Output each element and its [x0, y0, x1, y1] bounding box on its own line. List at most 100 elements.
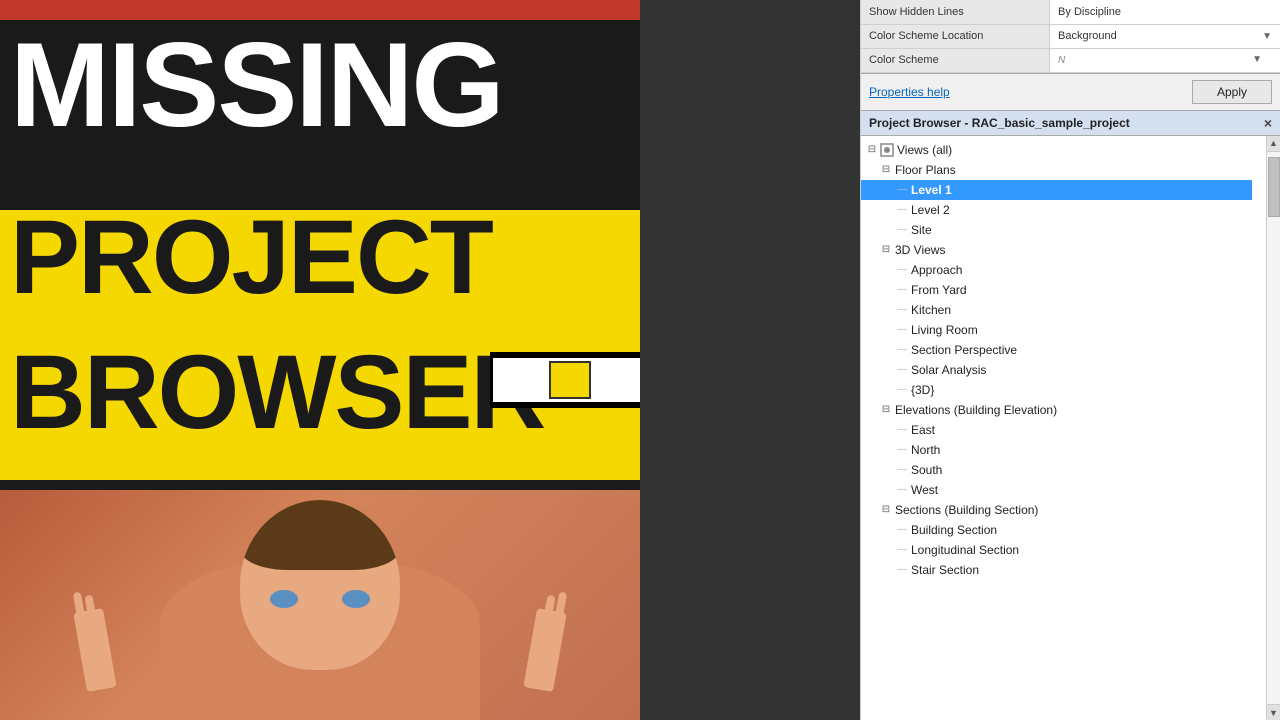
- toggle-floor-plans[interactable]: ⊟: [879, 163, 893, 177]
- left-panel: MISSING PROJECT BROWSER: [0, 0, 640, 720]
- dashed-icon-longitudinal-section: —: [897, 544, 907, 555]
- tree-label-elevations: Elevations (Building Elevation): [895, 403, 1057, 417]
- tree-item-kitchen[interactable]: — Kitchen: [861, 300, 1252, 320]
- toggle-3d-views[interactable]: ⊟: [879, 243, 893, 257]
- dashed-icon-kitchen: —: [897, 304, 907, 315]
- tree-label-north: North: [911, 443, 940, 457]
- tree-label-kitchen: Kitchen: [911, 303, 951, 317]
- tree-item-elevations[interactable]: ⊟ Elevations (Building Elevation): [861, 400, 1252, 420]
- tree-item-stair-section[interactable]: — Stair Section: [861, 560, 1252, 580]
- dashed-icon-north: —: [897, 444, 907, 455]
- dashed-icon-east: —: [897, 424, 907, 435]
- dashed-icon-living-room: —: [897, 324, 907, 335]
- red-bar: [0, 0, 640, 20]
- project-browser: Project Browser - RAC_basic_sample_proje…: [861, 111, 1280, 720]
- tree-item-3d-views[interactable]: ⊟ 3D Views: [861, 240, 1252, 260]
- browser-titlebar: Project Browser - RAC_basic_sample_proje…: [861, 111, 1280, 136]
- toggle-elevations[interactable]: ⊟: [879, 403, 893, 417]
- tree-item-floor-plans[interactable]: ⊟ Floor Plans: [861, 160, 1252, 180]
- tree-item-south[interactable]: — South: [861, 460, 1252, 480]
- scroll-track[interactable]: [1267, 152, 1280, 705]
- tree-label-south: South: [911, 463, 942, 477]
- missing-label: MISSING: [10, 25, 503, 145]
- hidden-lines-label: Show Hidden Lines: [861, 0, 1050, 24]
- apply-button[interactable]: Apply: [1192, 80, 1272, 104]
- tree-item-east[interactable]: — East: [861, 420, 1252, 440]
- browser-close-button[interactable]: ×: [1264, 115, 1272, 131]
- tree-item-level1[interactable]: — Level 1: [861, 180, 1252, 200]
- tree-label-from-yard: From Yard: [911, 283, 967, 297]
- dashed-icon-building-section: —: [897, 524, 907, 535]
- color-scheme-location-label: Color Scheme Location: [861, 24, 1050, 48]
- person-photo: [0, 490, 640, 720]
- dashed-icon-west: —: [897, 484, 907, 495]
- tree-item-west[interactable]: — West: [861, 480, 1252, 500]
- tree-label-east: East: [911, 423, 935, 437]
- tree-label-building-section: Building Section: [911, 523, 997, 537]
- scroll-thumb[interactable]: [1268, 157, 1280, 217]
- dashed-icon-stair-section: —: [897, 564, 907, 575]
- tree-item-building-section[interactable]: — Building Section: [861, 520, 1252, 540]
- tree-item-site[interactable]: — Site: [861, 220, 1252, 240]
- properties-section: Show Hidden Lines By Discipline Color Sc…: [861, 0, 1280, 74]
- tree-label-west: West: [911, 483, 938, 497]
- dropdown-arrow-icon[interactable]: ▼: [1262, 31, 1272, 42]
- tree-item-solar-analysis[interactable]: — Solar Analysis: [861, 360, 1252, 380]
- dashed-icon-3d-default: —: [897, 384, 907, 395]
- tree-item-approach[interactable]: — Approach: [861, 260, 1252, 280]
- tree-item-living-room[interactable]: — Living Room: [861, 320, 1252, 340]
- tree-label-3d-views: 3D Views: [895, 243, 945, 257]
- tree-item-sections[interactable]: ⊟ Sections (Building Section): [861, 500, 1252, 520]
- tree-label-approach: Approach: [911, 263, 962, 277]
- arrow-graphic: [490, 300, 640, 450]
- hidden-lines-row: Show Hidden Lines By Discipline: [861, 0, 1280, 24]
- tree-label-site: Site: [911, 223, 932, 237]
- properties-action-row: Properties help Apply: [861, 74, 1280, 111]
- color-scheme-dropdown-arrow[interactable]: ▼: [1252, 54, 1262, 65]
- tree-label-views-all: Views (all): [897, 143, 952, 157]
- project-label: PROJECT: [10, 205, 492, 310]
- browser-tree[interactable]: ⊟ Views (all) ⊟ Floor Plans — Level 1: [861, 136, 1266, 720]
- tree-label-floor-plans: Floor Plans: [895, 163, 956, 177]
- dashed-icon-level2: —: [897, 204, 907, 215]
- color-scheme-location-value[interactable]: Background ▼: [1050, 24, 1280, 48]
- scroll-up-button[interactable]: ▲: [1267, 136, 1280, 152]
- tree-label-level2: Level 2: [911, 203, 950, 217]
- toggle-views-all[interactable]: ⊟: [865, 143, 879, 157]
- tree-item-3d-default[interactable]: — {3D}: [861, 380, 1252, 400]
- dashed-icon-south: —: [897, 464, 907, 475]
- tree-item-level2[interactable]: — Level 2: [861, 200, 1252, 220]
- tree-label-living-room: Living Room: [911, 323, 978, 337]
- tree-item-views-all[interactable]: ⊟ Views (all): [861, 140, 1252, 160]
- tree-item-from-yard[interactable]: — From Yard: [861, 280, 1252, 300]
- tree-label-sections: Sections (Building Section): [895, 503, 1038, 517]
- tree-label-3d-default: {3D}: [911, 383, 934, 397]
- dashed-icon-site: —: [897, 224, 907, 235]
- scroll-down-button[interactable]: ▼: [1267, 704, 1280, 720]
- dashed-icon-level1: —: [897, 184, 907, 195]
- tree-label-solar-analysis: Solar Analysis: [911, 363, 986, 377]
- tree-label-section-perspective: Section Perspective: [911, 343, 1017, 357]
- toggle-sections[interactable]: ⊟: [879, 503, 893, 517]
- browser-title: Project Browser - RAC_basic_sample_proje…: [869, 116, 1130, 130]
- views-all-icon: [879, 142, 895, 158]
- color-scheme-row[interactable]: Color Scheme N ▼: [861, 48, 1280, 72]
- browser-label: BROWSER: [10, 340, 544, 445]
- color-scheme-location-row[interactable]: Color Scheme Location Background ▼: [861, 24, 1280, 48]
- dashed-icon-approach: —: [897, 264, 907, 275]
- tree-label-stair-section: Stair Section: [911, 563, 979, 577]
- scrollbar[interactable]: ▲ ▼: [1266, 136, 1280, 720]
- properties-help-link[interactable]: Properties help: [869, 85, 950, 99]
- properties-table: Show Hidden Lines By Discipline Color Sc…: [861, 0, 1280, 73]
- tree-label-longitudinal-section: Longitudinal Section: [911, 543, 1019, 557]
- tree-label-level1: Level 1: [911, 183, 952, 197]
- hidden-lines-value: By Discipline: [1050, 0, 1280, 24]
- dashed-icon-from-yard: —: [897, 284, 907, 295]
- tree-item-section-perspective[interactable]: — Section Perspective: [861, 340, 1252, 360]
- tree-item-longitudinal-section[interactable]: — Longitudinal Section: [861, 540, 1252, 560]
- right-panel: Show Hidden Lines By Discipline Color Sc…: [860, 0, 1280, 720]
- color-scheme-value: N ▼: [1050, 48, 1280, 72]
- color-scheme-label: Color Scheme: [861, 48, 1050, 72]
- tree-item-north[interactable]: — North: [861, 440, 1252, 460]
- dashed-icon-solar-analysis: —: [897, 364, 907, 375]
